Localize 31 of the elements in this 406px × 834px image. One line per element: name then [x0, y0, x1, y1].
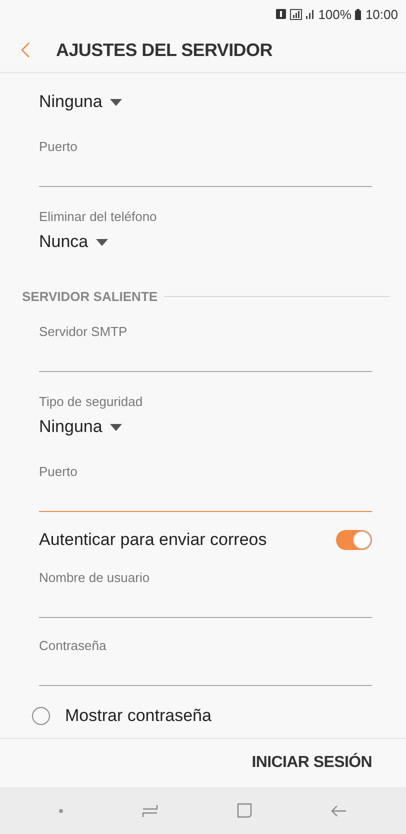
field-label: Puerto — [39, 464, 78, 480]
dropdown[interactable]: Ninguna — [39, 85, 372, 119]
field-label: Servidor SMTP — [39, 324, 128, 340]
dot-icon[interactable] — [59, 808, 64, 812]
signal-icon — [306, 10, 314, 18]
dropdown[interactable]: Nunca — [39, 225, 372, 259]
field-label: Puerto — [39, 139, 78, 155]
battery-percent: 100% — [318, 6, 352, 22]
toggle-label: Autenticar para enviar correos — [39, 530, 267, 550]
section-header: SERVIDOR SALIENTE — [22, 289, 158, 304]
field-label: Contraseña — [39, 638, 108, 654]
caret-icon — [110, 98, 122, 106]
field-label: Tipo de seguridad — [39, 394, 144, 410]
back-icon[interactable] — [21, 42, 30, 58]
battery-icon — [355, 8, 362, 20]
field-label: Eliminar del teléfono — [39, 209, 158, 225]
caret-icon — [96, 238, 108, 246]
recent-apps-icon[interactable] — [142, 804, 158, 818]
toggle-switch[interactable] — [336, 530, 372, 550]
sign-in-button[interactable]: INICIAR SESIÓN — [250, 748, 374, 778]
sim-icon — [276, 9, 286, 19]
signal-icon — [290, 8, 302, 20]
field-label: Nombre de usuario — [39, 570, 151, 586]
screen-title: AJUSTES DEL SERVIDOR — [56, 40, 272, 60]
radio-button[interactable] — [32, 707, 50, 725]
home-icon[interactable] — [236, 803, 252, 818]
back-icon[interactable] — [330, 804, 347, 816]
dropdown[interactable]: Ninguna — [39, 410, 372, 444]
radio-label: Mostrar contraseña — [65, 706, 212, 726]
clock: 10:00 — [365, 6, 398, 22]
caret-icon — [110, 424, 122, 430]
